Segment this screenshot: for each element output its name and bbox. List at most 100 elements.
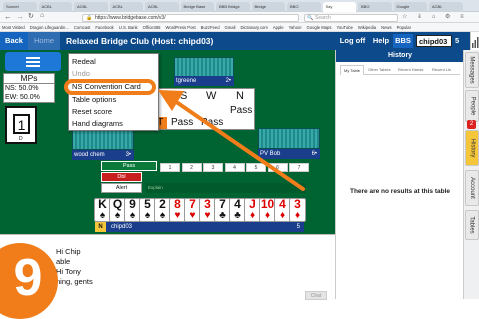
bookmark-item[interactable]: U.S. Bank [119, 25, 138, 30]
browser-tab[interactable]: Sonnet [3, 2, 37, 12]
history-panel: History My Table Other Tables Recent Han… [335, 50, 464, 299]
tab-recent-lists[interactable]: Recent Lis [432, 65, 451, 74]
browser-tab[interactable]: Bridge Base [180, 2, 214, 12]
card-suit-icon: ♦ [264, 210, 271, 221]
bookmark-item[interactable]: Popular [397, 25, 411, 30]
browser-tab[interactable]: Bridge [251, 2, 285, 12]
bookmark-item[interactable]: YouTube [336, 25, 352, 30]
bookmarks-bar: Most Visited Dragon Lifeguardin... Comcast… [0, 23, 479, 32]
tab-recent-hands[interactable]: Recent Hands [398, 65, 423, 74]
scoring-type: MPs [4, 74, 54, 84]
app-header: Back Home Relaxed Bridge Club (Host: chi… [0, 32, 470, 50]
pass-button[interactable]: Pass [101, 161, 157, 171]
bookmark-item[interactable]: Gmail [225, 25, 236, 30]
browser-tab[interactable]: ACBL [429, 2, 463, 12]
browser-tab[interactable]: ACBL [38, 2, 72, 12]
menu-item-redeal[interactable]: Redeal [72, 57, 96, 66]
alert-button[interactable]: Alert [101, 183, 142, 193]
bookmark-item[interactable]: Most Visited [2, 25, 25, 30]
card-rank: 4 [279, 197, 286, 211]
browser-tab[interactable]: ACBL [74, 2, 108, 12]
back-arrow-icon[interactable]: ← [4, 12, 12, 21]
browser-tab[interactable]: BBB Bridge [216, 2, 250, 12]
card-suit-icon: ♣ [234, 210, 241, 221]
main-menu-button[interactable] [5, 52, 61, 71]
card-rank: Q [112, 197, 123, 211]
tab-messages[interactable]: Messages [465, 52, 479, 88]
bookmark-item[interactable]: Office365 [143, 25, 161, 30]
bookmark-item[interactable]: Yahoo! [289, 25, 302, 30]
username-box[interactable]: chipd03 [416, 35, 452, 47]
bookmark-item[interactable]: Apple [273, 25, 284, 30]
bookmark-item[interactable]: Wikipedia [358, 25, 376, 30]
menu-item-hand-diagrams[interactable]: Hand diagrams [72, 119, 123, 128]
table-count: 5 [455, 36, 460, 45]
card-rank: 7 [219, 197, 226, 211]
signal-bars-icon [470, 32, 479, 50]
home-icon[interactable]: ⌂ [40, 12, 44, 19]
search-icon: 🔍 [307, 15, 314, 21]
browser-tab[interactable]: ACBL [145, 2, 179, 12]
hamburger-icon [26, 57, 40, 59]
bookmark-item[interactable]: Dragon Lifeguardin... [30, 25, 69, 30]
card-rank: 8 [174, 197, 181, 211]
bookmark-item[interactable]: Dictionary.com [240, 25, 267, 30]
menu-item-undo[interactable]: Undo [72, 69, 90, 78]
bookmark-item[interactable]: News [381, 25, 391, 30]
south-player-name: chipd03 [111, 224, 133, 230]
card-rank: 9 [129, 197, 136, 211]
address-bar[interactable]: 🔒 https://www.bridgebase.com/v3/ [82, 14, 299, 22]
bookmark-item[interactable]: Google Maps [307, 25, 332, 30]
tab-messages-label: Messages [469, 56, 476, 84]
card-suit-icon: ♠ [114, 210, 121, 221]
board-number: 1 [13, 114, 30, 134]
hand-card[interactable]: 3 ♦ [289, 198, 306, 222]
tab-tables[interactable]: Tables [465, 210, 479, 240]
chat-line-2: able [56, 257, 71, 266]
tab-account[interactable]: Account [465, 170, 479, 206]
tab-history[interactable]: History [465, 130, 479, 166]
browser-tab[interactable]: BBO [358, 2, 392, 12]
bookmark-item[interactable]: Facebook [95, 25, 113, 30]
tab-my-table[interactable]: My Table [340, 65, 364, 75]
dealer-marker: D [19, 136, 23, 142]
browser-tab[interactable]: ACBL [109, 2, 143, 12]
menu-item-ns-convention-card[interactable]: NS Convention Card [72, 82, 141, 91]
card-rank: K [98, 197, 107, 211]
browser-search-input[interactable]: 🔍 Search [304, 14, 398, 22]
browser-tab[interactable]: Say [322, 2, 356, 12]
tab-people[interactable]: People [465, 90, 479, 122]
forward-arrow-icon[interactable]: → [16, 12, 24, 21]
browser-tab[interactable]: BBO [287, 2, 321, 12]
card-rank: 10 [260, 197, 275, 211]
help-button[interactable]: Help [370, 32, 392, 50]
reload-icon[interactable]: ↻ [28, 12, 34, 20]
card-suit-icon: ♥ [189, 210, 196, 221]
card-suit-icon: ♠ [144, 210, 151, 221]
bookmark-item[interactable]: WordPress Post [165, 25, 195, 30]
chat-line-3: Hi Tony [56, 267, 81, 276]
bookmark-item[interactable]: BuzzFeed [201, 25, 220, 30]
bookmark-item[interactable]: Comcast [74, 25, 91, 30]
ns-score: NS: 50.0% [5, 85, 39, 92]
bbs-button[interactable]: BBS [393, 34, 413, 48]
back-button[interactable]: Back [0, 32, 28, 50]
menu-item-table-options[interactable]: Table options [72, 95, 116, 104]
card-rank: 7 [189, 197, 196, 211]
menu-item-reset-score[interactable]: Reset score [72, 107, 112, 116]
card-suit-icon: ♠ [159, 210, 166, 221]
logoff-button[interactable]: Log off [336, 32, 369, 50]
toolbar-icons[interactable]: ☆ ⇓ ⌂ ⚙ ≡ [402, 13, 479, 22]
double-button[interactable]: Dbl [101, 172, 142, 182]
history-tabs: My Table Other Tables Recent Hands Recen… [340, 65, 460, 75]
south-tricks: 5 [296, 224, 300, 230]
card-suit-icon: ♦ [249, 210, 256, 221]
west-nameplate: wood chem 3• [72, 150, 134, 160]
card-suit-icon: ♦ [279, 210, 286, 221]
browser-tab[interactable]: Google [393, 2, 427, 12]
tab-other-tables[interactable]: Other Tables [368, 65, 391, 74]
page-title: Relaxed Bridge Club (Host: chipd03) [66, 36, 214, 46]
east-tricks: 6• [311, 151, 317, 157]
home-button[interactable]: Home [28, 32, 60, 50]
tab-account-label: Account [469, 177, 475, 199]
